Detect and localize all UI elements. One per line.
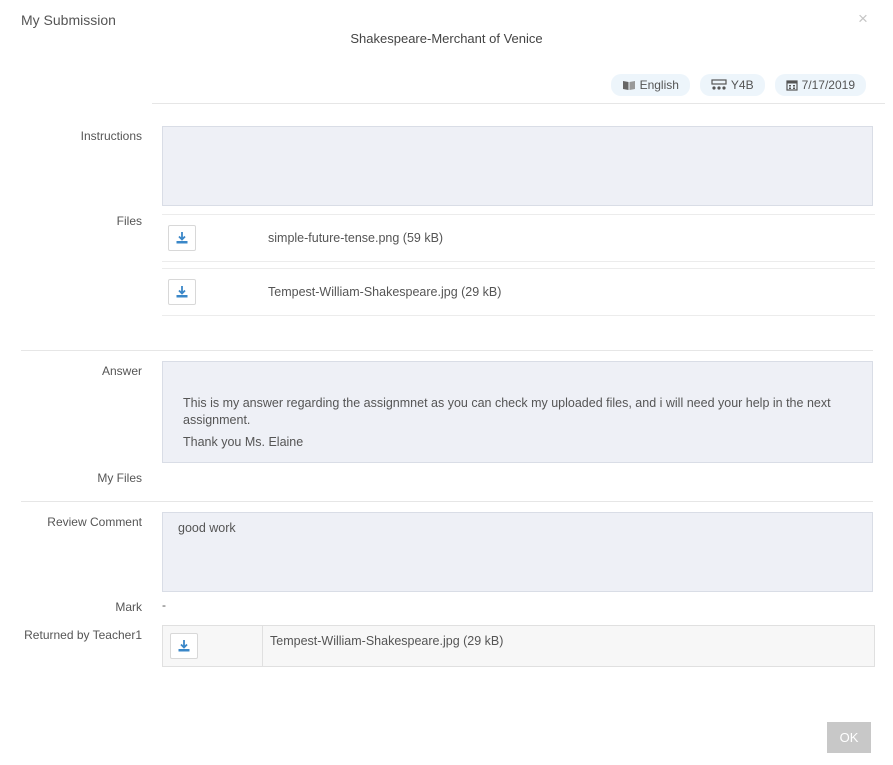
mark-label: Mark: [115, 600, 142, 614]
assignment-tags: English Y4B 7/17/2019: [610, 74, 866, 96]
answer-text: This is my answer regarding the assignmn…: [183, 395, 868, 456]
class-tag: Y4B: [699, 74, 765, 96]
file-row: Tempest-William-Shakespeare.jpg (29 kB): [162, 268, 875, 316]
review-comment-label: Review Comment: [47, 515, 142, 529]
dialog-title: My Submission: [21, 12, 116, 28]
download-icon: [176, 232, 188, 244]
answer-line: This is my answer regarding the assignmn…: [183, 396, 831, 427]
date-tag: 7/17/2019: [774, 74, 866, 96]
my-files-label: My Files: [97, 471, 142, 485]
column-separator: [262, 626, 263, 666]
returned-by-label: Returned by Teacher1: [24, 628, 142, 642]
download-icon: [178, 640, 190, 652]
subject-tag: English: [610, 74, 690, 96]
review-comment-box: good work: [162, 512, 873, 592]
header-divider: [152, 103, 885, 104]
instructions-box: [162, 126, 873, 206]
book-icon: [622, 80, 636, 91]
subject-label: English: [639, 78, 679, 92]
file-name: Tempest-William-Shakespeare.jpg (29 kB): [268, 285, 502, 299]
answer-label: Answer: [101, 364, 142, 378]
download-button[interactable]: [168, 279, 196, 305]
download-button[interactable]: [170, 633, 198, 659]
instructions-label: Instructions: [80, 129, 142, 143]
section-divider: [21, 501, 873, 502]
download-icon: [176, 286, 188, 298]
file-row: simple-future-tense.png (59 kB): [162, 214, 875, 262]
answer-line: Thank you Ms. Elaine: [183, 435, 304, 449]
file-name: Tempest-William-Shakespeare.jpg (29 kB): [270, 634, 504, 648]
file-name: simple-future-tense.png (59 kB): [268, 231, 444, 245]
class-label: Y4B: [730, 78, 754, 92]
close-icon[interactable]: ×: [858, 9, 868, 29]
ok-button[interactable]: OK: [827, 722, 871, 753]
download-button[interactable]: [168, 225, 196, 251]
assignment-title: Shakespeare-Merchant of Venice: [350, 31, 543, 46]
section-divider: [21, 350, 873, 351]
files-label: Files: [116, 214, 142, 228]
date-label: 7/17/2019: [801, 78, 855, 92]
returned-file-row: Tempest-William-Shakespeare.jpg (29 kB): [162, 625, 875, 667]
class-group-icon: [711, 79, 727, 91]
calendar-icon: [786, 79, 798, 91]
answer-box: This is my answer regarding the assignmn…: [162, 361, 873, 463]
mark-value: -: [162, 598, 166, 612]
review-comment-text: good work: [178, 521, 236, 535]
